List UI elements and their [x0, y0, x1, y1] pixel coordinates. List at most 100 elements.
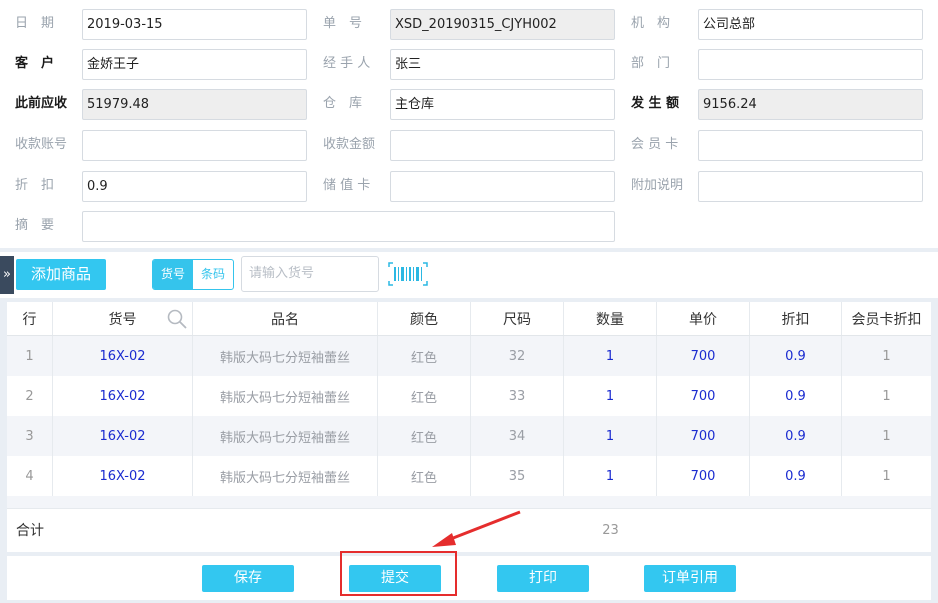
table-row[interactable]: 3 16X-02 韩版大码七分短袖蕾丝 红色 34 1 700 0.9 1 [7, 416, 931, 456]
customer-field[interactable]: 金娇王子 [82, 49, 307, 80]
customer-label: 客 户 [15, 56, 55, 71]
col-item-number-label: 货号 [108, 311, 137, 328]
size-cell: 32 [471, 336, 564, 376]
stored-value-card-field[interactable] [390, 171, 615, 202]
item-number-mode[interactable]: 货号 [153, 260, 193, 289]
action-bar [7, 556, 931, 600]
member-card-label: 会 员 卡 [631, 137, 679, 152]
member-card-field[interactable] [698, 130, 923, 161]
note-label: 附加说明 [631, 178, 684, 193]
col-quantity-header: 数量 [564, 302, 657, 335]
search-mode-toggle[interactable]: 货号 条码 [152, 259, 234, 290]
member-discount-cell: 1 [882, 388, 891, 404]
date-field[interactable]: 2019-03-15 [82, 9, 307, 40]
discount-field[interactable]: 0.9 [82, 171, 307, 202]
col-unit-price-header: 单价 [657, 302, 750, 335]
unit-price-cell[interactable]: 700 [657, 336, 750, 376]
col-discount-header: 折扣 [750, 302, 842, 335]
summary-label: 摘 要 [15, 218, 55, 233]
unit-price-cell[interactable]: 700 [657, 376, 750, 416]
discount-cell[interactable]: 0.9 [750, 416, 842, 456]
color-cell: 红色 [378, 376, 471, 416]
handler-label: 经 手 人 [323, 56, 371, 71]
row-index: 3 [7, 416, 53, 456]
product-name-cell: 韩版大码七分短袖蕾丝 [193, 456, 378, 496]
quantity-cell[interactable]: 1 [564, 456, 657, 496]
table-row [7, 496, 931, 508]
product-name-cell: 韩版大码七分短袖蕾丝 [193, 416, 378, 456]
amount-field: 9156.24 [698, 89, 923, 120]
order-header-form: 日 期 2019-03-15 单 号 XSD_20190315_CJYH002 … [0, 0, 938, 248]
search-icon[interactable] [167, 309, 187, 329]
print-button[interactable]: 打印 [497, 565, 589, 592]
unit-price-cell[interactable]: 700 [657, 416, 750, 456]
barcode-icon[interactable] [388, 262, 428, 286]
item-number-cell[interactable]: 16X-02 [53, 416, 193, 456]
quantity-cell[interactable]: 1 [564, 336, 657, 376]
quantity-cell[interactable]: 1 [564, 416, 657, 456]
department-field[interactable] [698, 49, 923, 80]
item-toolbar [0, 252, 938, 298]
table-row[interactable]: 1 16X-02 韩版大码七分短袖蕾丝 红色 32 1 700 0.9 1 [7, 336, 931, 376]
unit-price-cell[interactable]: 700 [657, 456, 750, 496]
col-member-discount-header: 会员卡折扣 [851, 311, 922, 328]
department-label: 部 门 [631, 56, 671, 71]
table-row[interactable]: 4 16X-02 韩版大码七分短袖蕾丝 红色 35 1 700 0.9 1 [7, 456, 931, 496]
table-row[interactable]: 2 16X-02 韩版大码七分短袖蕾丝 红色 33 1 700 0.9 1 [7, 376, 931, 416]
row-index: 4 [7, 456, 53, 496]
totals-bar: 合计 23 [7, 508, 931, 552]
item-number-cell[interactable]: 16X-02 [53, 456, 193, 496]
expand-sidebar-icon[interactable]: » [0, 256, 14, 294]
color-cell: 红色 [378, 456, 471, 496]
date-label: 日 期 [15, 16, 55, 31]
row-index: 2 [7, 376, 53, 416]
account-field[interactable] [82, 130, 307, 161]
quantity-cell[interactable]: 1 [564, 376, 657, 416]
member-discount-cell: 1 [882, 428, 891, 444]
discount-label: 折 扣 [15, 178, 55, 193]
table-header: 行 货号 品名 颜色 尺码 数量 单价 折扣 会员卡折扣 [7, 302, 931, 336]
account-label: 收款账号 [15, 137, 68, 152]
prior-receivable-field: 51979.48 [82, 89, 307, 120]
order-items-table: 行 货号 品名 颜色 尺码 数量 单价 折扣 会员卡折扣 1 16X-02 韩版… [7, 302, 931, 508]
order-number-field: XSD_20190315_CJYH002 [390, 9, 615, 40]
barcode-mode[interactable]: 条码 [193, 260, 233, 289]
order-number-label: 单 号 [323, 16, 363, 31]
item-number-search-input[interactable]: 请输入货号 [241, 256, 379, 292]
color-cell: 红色 [378, 416, 471, 456]
totals-label: 合计 [16, 523, 44, 539]
member-discount-cell: 1 [882, 348, 891, 364]
handler-field[interactable]: 张三 [390, 49, 615, 80]
prior-receivable-label: 此前应收 [15, 96, 68, 111]
sales-order-window: 日 期 2019-03-15 单 号 XSD_20190315_CJYH002 … [0, 0, 938, 603]
col-item-number-header: 货号 [53, 302, 193, 335]
stored-value-card-label: 储 值 卡 [323, 178, 371, 193]
product-name-cell: 韩版大码七分短袖蕾丝 [193, 376, 378, 416]
payment-amount-label: 收款金额 [323, 137, 376, 152]
amount-label: 发 生 额 [631, 96, 680, 111]
col-product-name-header: 品名 [193, 302, 378, 335]
add-item-button[interactable]: 添加商品 [16, 259, 106, 290]
order-reference-button[interactable]: 订单引用 [644, 565, 736, 592]
save-button[interactable]: 保存 [202, 565, 294, 592]
product-name-cell: 韩版大码七分短袖蕾丝 [193, 336, 378, 376]
summary-field[interactable] [82, 211, 615, 242]
item-number-cell[interactable]: 16X-02 [53, 376, 193, 416]
item-number-cell[interactable]: 16X-02 [53, 336, 193, 376]
color-cell: 红色 [378, 336, 471, 376]
row-index: 1 [7, 336, 53, 376]
org-label: 机 构 [631, 16, 671, 31]
submit-highlight-box [340, 551, 457, 596]
discount-cell[interactable]: 0.9 [750, 456, 842, 496]
org-field[interactable]: 公司总部 [698, 9, 923, 40]
discount-cell[interactable]: 0.9 [750, 336, 842, 376]
size-cell: 33 [471, 376, 564, 416]
payment-amount-field[interactable] [390, 130, 615, 161]
size-cell: 35 [471, 456, 564, 496]
discount-cell[interactable]: 0.9 [750, 376, 842, 416]
member-discount-cell: 1 [882, 468, 891, 484]
note-field[interactable] [698, 171, 923, 202]
col-size-header: 尺码 [471, 302, 564, 335]
col-row-header: 行 [7, 302, 53, 335]
warehouse-field[interactable]: 主仓库 [390, 89, 615, 120]
